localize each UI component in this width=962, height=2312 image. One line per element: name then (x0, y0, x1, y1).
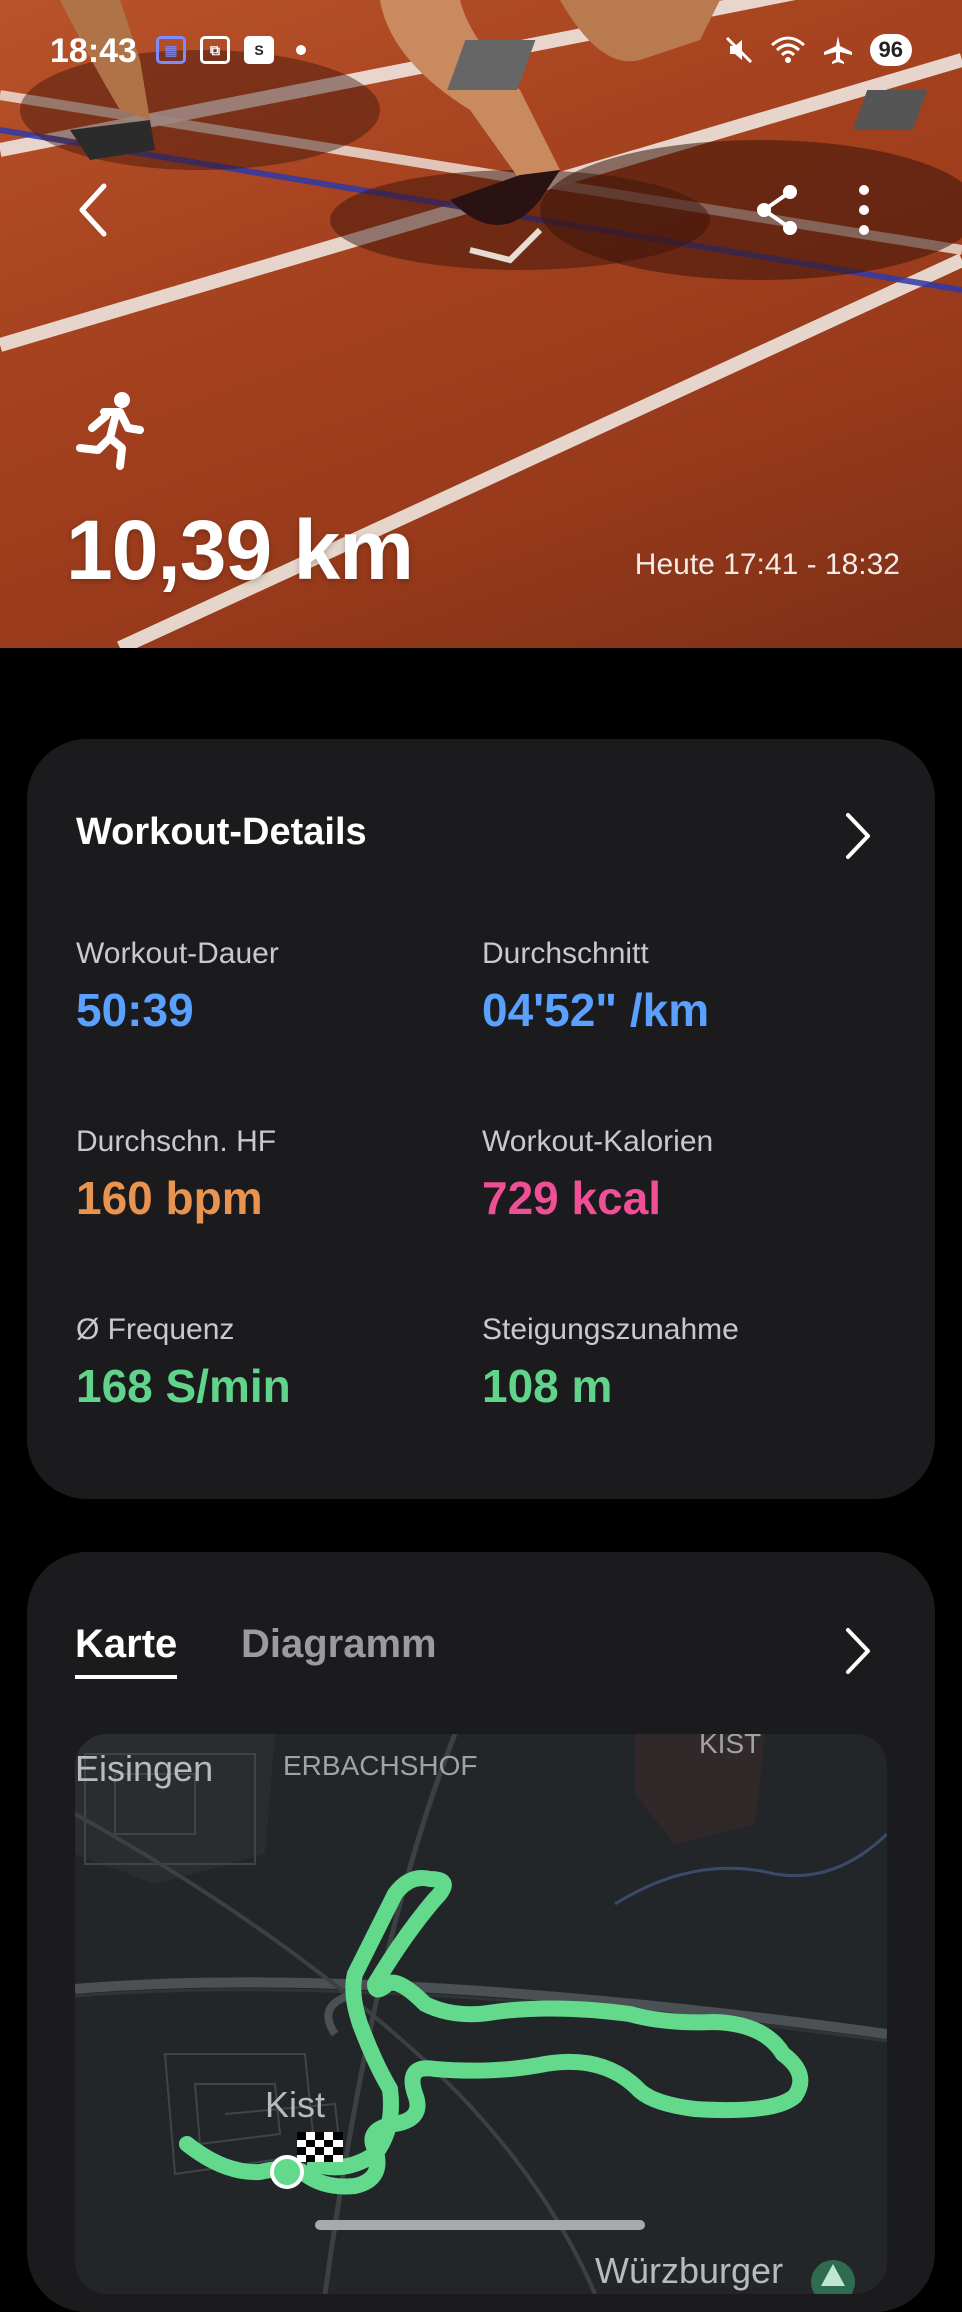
gallery-icon: ▦ (156, 36, 186, 64)
map-label-kist-top: KIST (699, 1734, 762, 1759)
map-label-kist: Kist (265, 2084, 326, 2125)
metric-label: Steigungszunahme (482, 1313, 739, 1346)
wifi-icon (770, 36, 805, 63)
route-map[interactable]: Eisingen ERBACHSHOF KIST Kist Würzburger (75, 1734, 887, 2294)
metric-value: 04'52" /km (482, 984, 710, 1036)
metric-value: 160 bpm (76, 1172, 263, 1224)
share-button[interactable] (752, 182, 802, 238)
s-app-icon: S (244, 36, 274, 64)
more-options-button[interactable] (846, 182, 882, 238)
hero-banner: 18:43 ▦ ⧉ S 96 10,39 km Heute 17:41 - 18… (0, 0, 962, 648)
status-bar: 18:43 ▦ ⧉ S 96 (0, 0, 962, 110)
workout-details-card[interactable]: Workout-Details Workout-Dauer 50:39 Durc… (27, 739, 935, 1499)
workout-time-range: Heute 17:41 - 18:32 (634, 548, 900, 581)
metric-cadence: Ø Frequenz 168 S/min (76, 1313, 456, 1413)
metric-calories: Workout-Kalorien 729 kcal (482, 1125, 862, 1225)
map-card: Karte Diagramm Eisingen ERBACHSHOF KIST … (27, 1552, 935, 2312)
metric-label: Workout-Kalorien (482, 1125, 714, 1158)
metric-label: Workout-Dauer (76, 937, 279, 970)
home-indicator[interactable] (315, 2220, 645, 2230)
status-icons-left: ▦ ⧉ S (156, 36, 306, 64)
tab-diagramm[interactable]: Diagramm (241, 1622, 437, 1667)
mute-icon (725, 36, 752, 64)
notification-dot (296, 45, 306, 55)
metric-value: 108 m (482, 1360, 613, 1412)
metric-heart-rate: Durchschn. HF 160 bpm (76, 1125, 456, 1225)
metric-pace: Durchschnitt 04'52" /km (482, 937, 862, 1037)
map-label-erbachshof: ERBACHSHOF (283, 1750, 478, 1781)
metric-label: Durchschn. HF (76, 1125, 277, 1158)
chevron-right-icon[interactable] (842, 811, 872, 861)
metric-value: 729 kcal (482, 1172, 662, 1224)
metric-label: Ø Frequenz (76, 1313, 235, 1346)
map-label-eisingen: Eisingen (75, 1748, 214, 1789)
workout-distance: 10,39 km (66, 503, 414, 597)
chevron-right-icon[interactable] (842, 1626, 872, 1676)
airplane-icon (823, 36, 852, 64)
metric-duration: Workout-Dauer 50:39 (76, 937, 456, 1037)
back-button[interactable] (70, 180, 120, 240)
battery-icon: 96 (869, 34, 912, 66)
screenshot-icon: ⧉ (200, 36, 230, 64)
status-time: 18:43 (50, 32, 137, 70)
metric-value: 168 S/min (76, 1360, 291, 1412)
workout-details-title: Workout-Details (76, 811, 367, 853)
map-background (75, 1734, 887, 2294)
metric-value: 50:39 (76, 984, 194, 1036)
metric-elevation-gain: Steigungszunahme 108 m (482, 1313, 862, 1413)
tab-karte[interactable]: Karte (75, 1622, 178, 1679)
map-label-wuerzburger: Würzburger (595, 2250, 784, 2291)
status-icons-right: 96 (724, 34, 912, 66)
metric-label: Durchschnitt (482, 937, 649, 970)
running-icon (76, 392, 144, 470)
